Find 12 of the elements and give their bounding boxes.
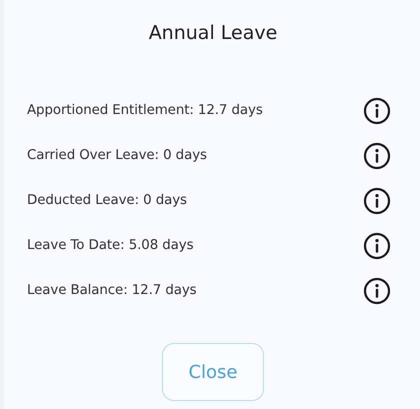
leave-detail: Leave Balance: 12.7 days [27,283,197,298]
info-icon[interactable] [363,276,391,304]
dialog-title: Annual Leave [148,22,278,44]
leave-detail: Carried Over Leave: 0 days [27,148,207,163]
info-icon[interactable] [363,186,391,214]
info-icon[interactable] [363,232,391,260]
info-icon[interactable] [363,96,391,124]
close-button[interactable]: Close [162,343,264,401]
info-icon[interactable] [363,142,391,170]
leave-detail: Deducted Leave: 0 days [27,193,187,208]
leave-detail: Apportioned Entitlement: 12.7 days [27,103,263,118]
leave-detail: Leave To Date: 5.08 days [27,238,194,253]
